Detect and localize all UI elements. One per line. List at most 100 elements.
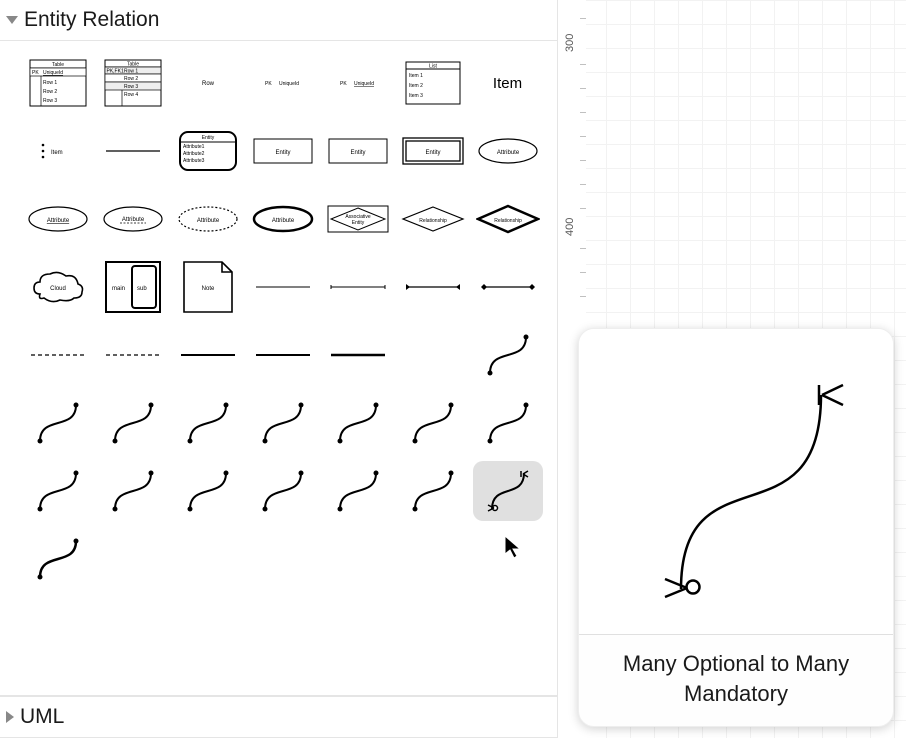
shape-row[interactable]: Row bbox=[173, 53, 243, 113]
shape-attribute-underline[interactable]: Attribute bbox=[23, 189, 93, 249]
svg-text:Entity: Entity bbox=[351, 220, 364, 226]
svg-text:Attribute: Attribute bbox=[121, 217, 144, 223]
shape-cloud[interactable]: Cloud bbox=[23, 257, 93, 317]
section-title: Entity Relation bbox=[24, 8, 159, 32]
shape-attribute-bold[interactable]: Attribute bbox=[248, 189, 318, 249]
shape-main-sub[interactable]: main sub bbox=[98, 257, 168, 317]
svg-text:Cloud: Cloud bbox=[50, 286, 66, 292]
shape-curve-16[interactable] bbox=[23, 529, 93, 589]
shape-dashed-line-2[interactable] bbox=[98, 325, 168, 385]
shape-note[interactable]: Note bbox=[173, 257, 243, 317]
shapes-sidebar: Entity Relation Table PK UniqueId Row 1 … bbox=[0, 0, 558, 738]
shape-pk-uniqueid-underline[interactable]: PK UniqueId bbox=[323, 53, 393, 113]
shape-line-bold-3[interactable] bbox=[323, 325, 393, 385]
shape-entity-rounded[interactable]: Entity Attribute1 Attribute2 Attribute3 bbox=[173, 121, 243, 181]
svg-text:Row: Row bbox=[201, 81, 214, 87]
svg-text:Attribute1: Attribute1 bbox=[183, 144, 205, 150]
svg-text:Entity: Entity bbox=[350, 150, 365, 156]
shape-attribute-dash-underline[interactable]: Attribute bbox=[98, 189, 168, 249]
ruler-tick: 300 bbox=[564, 34, 576, 52]
svg-text:PK,FK1: PK,FK1 bbox=[106, 69, 123, 75]
shape-relationship[interactable]: Relationship bbox=[398, 189, 468, 249]
shape-curve-4[interactable] bbox=[173, 393, 243, 453]
svg-text:Attribute: Attribute bbox=[196, 218, 219, 224]
svg-text:sub: sub bbox=[137, 286, 147, 292]
item-label: Item bbox=[493, 75, 522, 92]
svg-text:UniqueId: UniqueId bbox=[354, 81, 374, 87]
svg-text:Relationship: Relationship bbox=[494, 218, 522, 224]
shape-hierarchy[interactable]: Item bbox=[23, 121, 93, 181]
svg-text:Note: Note bbox=[201, 286, 214, 292]
shape-entity-rect-2[interactable]: Entity bbox=[323, 121, 393, 181]
shape-associative-entity[interactable]: Associative Entity bbox=[323, 189, 393, 249]
shape-preview-caption: Many Optional to Many Mandatory bbox=[579, 635, 893, 726]
svg-text:PK: PK bbox=[32, 70, 39, 76]
shape-attribute-dotted[interactable]: Attribute bbox=[173, 189, 243, 249]
svg-text:Attribute: Attribute bbox=[46, 218, 69, 224]
shape-preview-canvas bbox=[579, 329, 893, 635]
svg-text:Item 1: Item 1 bbox=[409, 73, 423, 79]
shape-attribute-oval[interactable]: Attribute bbox=[473, 121, 543, 181]
ruler-tick: 400 bbox=[564, 218, 576, 236]
svg-text:List: List bbox=[429, 64, 437, 70]
shape-curve-11[interactable] bbox=[173, 461, 243, 521]
svg-text:PK: PK bbox=[340, 81, 347, 87]
shape-palette: Table PK UniqueId Row 1 Row 2 Row 3 Tabl… bbox=[0, 41, 557, 696]
shape-curve-8[interactable] bbox=[473, 393, 543, 453]
shape-line-bold-4[interactable]: <^line x1="2" y1="4" x2="56" y2="4" stro… bbox=[398, 325, 468, 385]
shape-line-open[interactable] bbox=[323, 257, 393, 317]
svg-text:Attribute3: Attribute3 bbox=[183, 158, 205, 164]
svg-text:Item 3: Item 3 bbox=[409, 93, 423, 99]
svg-text:Row 4: Row 4 bbox=[124, 92, 138, 98]
svg-text:Row 1: Row 1 bbox=[124, 69, 138, 75]
svg-text:UniqueId: UniqueId bbox=[279, 81, 299, 87]
shape-curve-7[interactable] bbox=[398, 393, 468, 453]
svg-text:Table: Table bbox=[127, 62, 139, 68]
shape-curve-14[interactable] bbox=[398, 461, 468, 521]
chevron-right-icon bbox=[6, 711, 14, 723]
svg-text:Row 2: Row 2 bbox=[43, 89, 57, 95]
svg-text:main: main bbox=[112, 286, 125, 292]
svg-text:Attribute: Attribute bbox=[496, 150, 519, 156]
shape-entity-double[interactable]: Entity bbox=[398, 121, 468, 181]
svg-text:UniqueId: UniqueId bbox=[43, 70, 63, 76]
shape-curve-5[interactable] bbox=[248, 393, 318, 453]
shape-table[interactable]: Table PK UniqueId Row 1 Row 2 Row 3 bbox=[23, 53, 93, 113]
shape-pk-uniqueid[interactable]: PK UniqueId bbox=[248, 53, 318, 113]
shape-curve-13[interactable] bbox=[323, 461, 393, 521]
svg-text:PK: PK bbox=[265, 81, 272, 87]
shape-curve-12[interactable] bbox=[248, 461, 318, 521]
svg-text:Attribute2: Attribute2 bbox=[183, 151, 205, 157]
section-header-uml[interactable]: UML bbox=[0, 696, 557, 738]
shape-curve-2[interactable] bbox=[23, 393, 93, 453]
svg-text:Attribute: Attribute bbox=[271, 218, 294, 224]
shape-relationship-bold[interactable]: Relationship bbox=[473, 189, 543, 249]
shape-line-diamond[interactable] bbox=[473, 257, 543, 317]
shape-curve-6[interactable] bbox=[323, 393, 393, 453]
shape-line[interactable] bbox=[98, 121, 168, 181]
shape-table-striped[interactable]: Table PK,FK1 Row 1 Row 2 Row 3 Row 4 bbox=[98, 53, 168, 113]
section-header-entity-relation[interactable]: Entity Relation bbox=[0, 0, 557, 41]
svg-text:Relationship: Relationship bbox=[419, 218, 447, 224]
shape-line-thin[interactable] bbox=[248, 257, 318, 317]
shape-dashed-line-1[interactable] bbox=[23, 325, 93, 385]
shape-list[interactable]: List Item 1 Item 2 Item 3 bbox=[398, 53, 468, 113]
shape-entity-rect[interactable]: Entity bbox=[248, 121, 318, 181]
svg-text:Entity: Entity bbox=[425, 150, 440, 156]
shape-curve-9[interactable] bbox=[23, 461, 93, 521]
shape-line-bold-1[interactable] bbox=[173, 325, 243, 385]
chevron-down-icon bbox=[6, 16, 18, 24]
shape-preview-tooltip: Many Optional to Many Mandatory bbox=[578, 328, 894, 727]
shape-many-optional-to-many-mandatory[interactable] bbox=[473, 461, 543, 521]
svg-text:Item 2: Item 2 bbox=[409, 83, 423, 89]
shape-curve-10[interactable] bbox=[98, 461, 168, 521]
shape-line-bold-2[interactable] bbox=[248, 325, 318, 385]
svg-text:Item: Item bbox=[51, 150, 63, 156]
shape-curve-3[interactable] bbox=[98, 393, 168, 453]
svg-text:Row 2: Row 2 bbox=[124, 76, 138, 82]
shape-line-filled[interactable] bbox=[398, 257, 468, 317]
shape-curve-1[interactable] bbox=[473, 325, 543, 385]
section-title: UML bbox=[20, 705, 64, 729]
shape-item-text[interactable]: Item bbox=[473, 53, 543, 113]
svg-text:Row 3: Row 3 bbox=[124, 84, 138, 90]
